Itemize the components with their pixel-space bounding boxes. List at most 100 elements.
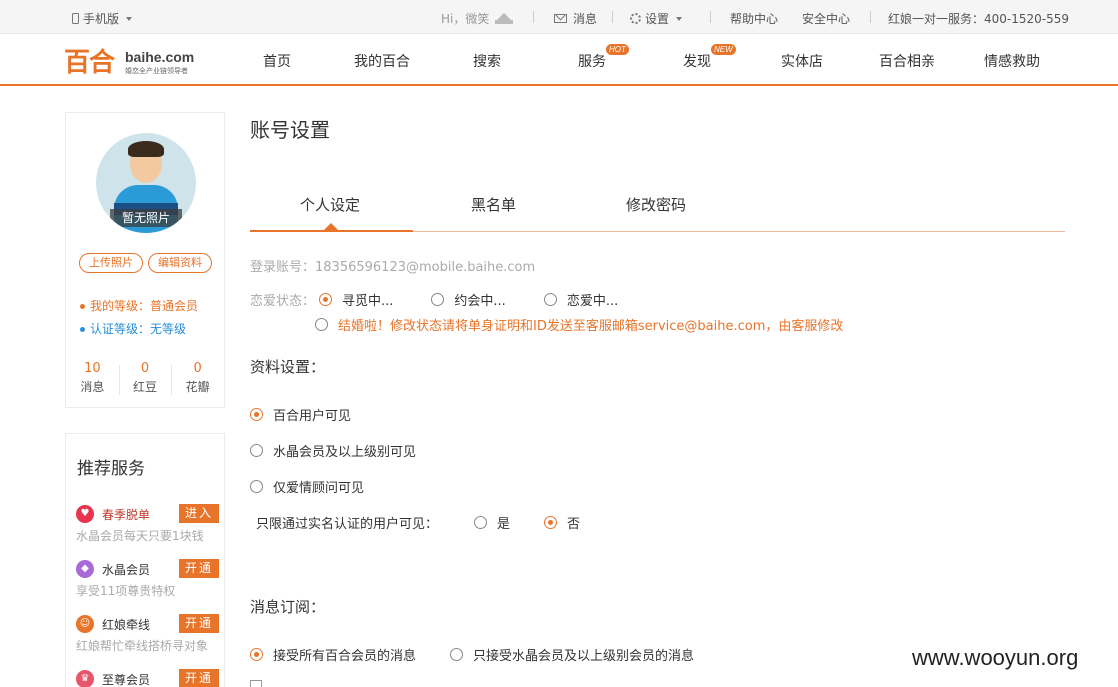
mobile-version-link[interactable]: 手机版	[72, 10, 133, 27]
service-desc: 水晶会员每天只要1块钱	[76, 529, 204, 543]
hotline-text: 红娘一对一服务：400-1520-559	[888, 12, 1070, 26]
tab-change-password[interactable]: 修改密码	[626, 194, 686, 215]
stat-messages[interactable]: 10 消息	[66, 361, 119, 401]
divider	[533, 11, 534, 23]
tab-personal-settings[interactable]: 个人设定	[300, 194, 360, 215]
nav-emotional-help[interactable]: 情感救助	[984, 51, 1040, 71]
matchmaker-icon: ☺	[76, 615, 94, 633]
nav-search[interactable]: 搜索	[473, 51, 501, 71]
nav-service-label: 服务	[578, 54, 606, 70]
greeting-text: Hi，微笑	[441, 12, 490, 26]
stat-petals[interactable]: 0 花瓣	[171, 361, 224, 401]
upload-photo-button[interactable]: 上传照片	[79, 253, 143, 273]
option-all-members: 接受所有百合会员的消息	[273, 649, 417, 664]
active-tab-indicator	[250, 230, 413, 232]
service-name[interactable]: 至尊会员	[102, 671, 150, 687]
settings-menu[interactable]: 设置	[630, 10, 683, 27]
visibility-option: 仅爱情顾问可见	[250, 477, 364, 496]
stat-value: 0	[140, 361, 150, 376]
subscription-title: 消息订阅：	[250, 598, 326, 616]
service-name[interactable]: 春季脱单	[102, 506, 150, 523]
visibility-option: 水晶会员及以上级别可见	[250, 441, 416, 460]
relationship-status-label: 恋爱状态：	[250, 294, 316, 309]
radio-crystal-members[interactable]	[250, 444, 263, 457]
radio-crystal-only[interactable]	[450, 648, 464, 661]
messages-label: 消息	[573, 12, 598, 26]
avatar[interactable]: 暂无照片	[96, 133, 196, 233]
profile-stats: 10 消息 0 红豆 0 花瓣	[66, 361, 224, 401]
service-item: ◆ 水晶会员 开通 享受11项尊贵特权	[76, 559, 220, 605]
nav-my-baihe[interactable]: 我的百合	[354, 51, 410, 71]
divider	[870, 11, 871, 23]
hot-badge: HOT	[606, 44, 629, 55]
radio-in-love[interactable]	[543, 293, 557, 306]
divider	[710, 11, 711, 23]
option-no: 否	[567, 517, 581, 532]
crown-icon: ♛	[76, 670, 94, 687]
stat-label: 花瓣	[185, 380, 210, 394]
user-greeting[interactable]: Hi，微笑	[441, 10, 514, 27]
level-dot	[80, 304, 85, 309]
visibility-option: 百合用户可见	[250, 405, 351, 424]
baihe-logo[interactable]: 百合 baihe.com 婚恋全产业链领导者	[64, 42, 214, 78]
activate-button[interactable]: 开通	[179, 669, 219, 687]
stat-red-beans[interactable]: 0 红豆	[118, 361, 172, 401]
messages-link[interactable]: 消息	[554, 10, 597, 27]
login-account: 登录账号：18356596123@mobile.baihe.com	[250, 260, 536, 275]
enter-button[interactable]: 进入	[179, 504, 219, 523]
radio-baihe-users[interactable]	[250, 408, 263, 421]
verify-level[interactable]: 认证等级：无等级	[80, 320, 186, 337]
nav-discover[interactable]: 发现 NEW	[683, 44, 736, 71]
watermark: www.wooyun.org	[912, 645, 1079, 670]
stat-label: 消息	[80, 380, 105, 394]
crown-icon	[495, 13, 514, 24]
service-name[interactable]: 红娘牵线	[102, 616, 150, 633]
new-badge: NEW	[711, 44, 736, 55]
option-baihe-users: 百合用户可见	[273, 409, 352, 424]
option-crystal-only: 只接受水晶会员及以上级别会员的消息	[473, 649, 695, 664]
top-bar: 手机版 Hi，微笑 消息 设置 帮助中心 安全中心 红娘一对一服务：400-15…	[0, 0, 1118, 34]
option-in-love: 恋爱中...	[566, 294, 619, 309]
radio-verified-yes[interactable]	[474, 516, 488, 529]
nav-service[interactable]: 服务 HOT	[578, 44, 629, 71]
radio-all-members[interactable]	[250, 648, 263, 661]
nav-stores[interactable]: 实体店	[781, 51, 823, 71]
radio-searching[interactable]	[319, 293, 333, 306]
option-dating: 约会中...	[454, 294, 506, 309]
safety-center-link[interactable]: 安全中心	[802, 10, 850, 27]
nav-dating[interactable]: 百合相亲	[879, 51, 935, 71]
radio-verified-no[interactable]	[544, 516, 558, 529]
partial-checkbox-row	[250, 680, 272, 687]
service-item: ♥ 春季脱单 进入 水晶会员每天只要1块钱	[76, 504, 220, 550]
option-love-advisor: 仅爱情顾问可见	[273, 481, 365, 496]
subscription-row: 接受所有百合会员的消息 只接受水晶会员及以上级别会员的消息	[250, 645, 694, 664]
checkbox[interactable]	[250, 680, 262, 687]
help-center-link[interactable]: 帮助中心	[730, 10, 778, 27]
radio-dating[interactable]	[431, 293, 445, 306]
logo-en: baihe.com	[125, 49, 195, 65]
radio-love-advisor[interactable]	[250, 480, 263, 493]
service-name[interactable]: 水晶会员	[102, 561, 150, 578]
profile-card: 暂无照片 上传照片 编辑资料 我的等级：普通会员 认证等级：无等级 10 消息 …	[65, 112, 225, 408]
chevron-down-icon	[126, 16, 133, 21]
nav-home[interactable]: 首页	[263, 51, 291, 71]
logo-cn: 百合	[64, 48, 115, 78]
radio-married[interactable]	[315, 318, 328, 331]
stat-value: 10	[84, 361, 101, 376]
verify-dot	[80, 327, 85, 332]
gear-icon	[630, 13, 641, 24]
diamond-icon: ◆	[76, 560, 94, 578]
activate-button[interactable]: 开通	[179, 614, 219, 633]
my-level[interactable]: 我的等级：普通会员	[80, 297, 198, 314]
service-item: ♛ 至尊会员 开通	[76, 669, 220, 687]
recommend-title: 推荐服务	[77, 459, 145, 479]
activate-button[interactable]: 开通	[179, 559, 219, 578]
envelope-icon	[554, 14, 567, 23]
married-row: 结婚啦！修改状态请将单身证明和ID发送至客服邮箱service@baihe.co…	[315, 315, 843, 334]
logo-slogan: 婚恋全产业链领导者	[125, 67, 188, 75]
mobile-version-label: 手机版	[83, 12, 120, 26]
tab-blacklist[interactable]: 黑名单	[471, 194, 516, 215]
option-searching: 寻觅中...	[342, 294, 394, 309]
verified-only-label: 只限通过实名认证的用户可见：	[256, 517, 439, 532]
edit-profile-button[interactable]: 编辑资料	[148, 253, 212, 273]
